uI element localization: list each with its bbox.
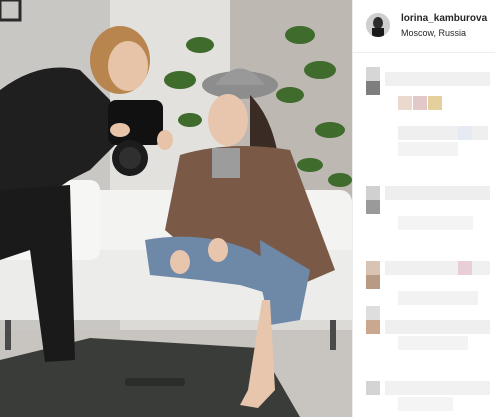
pixel-block xyxy=(366,81,380,95)
pixel-block xyxy=(366,275,380,289)
pixel-block xyxy=(366,381,380,395)
pixel-block xyxy=(366,186,380,200)
pixel-block xyxy=(366,261,380,275)
pixel-block xyxy=(366,67,380,81)
pixel-block xyxy=(398,96,412,110)
avatar[interactable] xyxy=(366,13,390,37)
comments-section-pixelated xyxy=(353,56,495,417)
pixel-block xyxy=(385,261,490,275)
post-sidebar: lorina_kamburova Moscow, Russia xyxy=(352,0,495,417)
pixel-block xyxy=(413,96,427,110)
pixel-block xyxy=(398,126,488,140)
pixel-block xyxy=(385,72,490,86)
pixel-block xyxy=(398,142,458,156)
pixel-block xyxy=(458,261,472,275)
pixel-block xyxy=(428,96,442,110)
post-header: lorina_kamburova Moscow, Russia xyxy=(353,0,495,53)
post-photo[interactable] xyxy=(0,0,352,417)
pixel-block xyxy=(385,320,490,334)
pixel-block xyxy=(366,320,380,334)
post-photo-illustration xyxy=(0,0,352,417)
pixel-block xyxy=(398,336,468,350)
avatar-image xyxy=(366,13,390,37)
location-link[interactable]: Moscow, Russia xyxy=(401,28,466,38)
pixel-block xyxy=(366,306,380,320)
pixel-block xyxy=(398,397,453,411)
pixel-block xyxy=(398,291,478,305)
pixel-block xyxy=(385,381,490,395)
username-link[interactable]: lorina_kamburova xyxy=(401,13,487,24)
pixel-block xyxy=(366,200,380,214)
pixel-block xyxy=(385,186,490,200)
pixel-block xyxy=(398,216,473,230)
pixel-block xyxy=(458,126,472,140)
